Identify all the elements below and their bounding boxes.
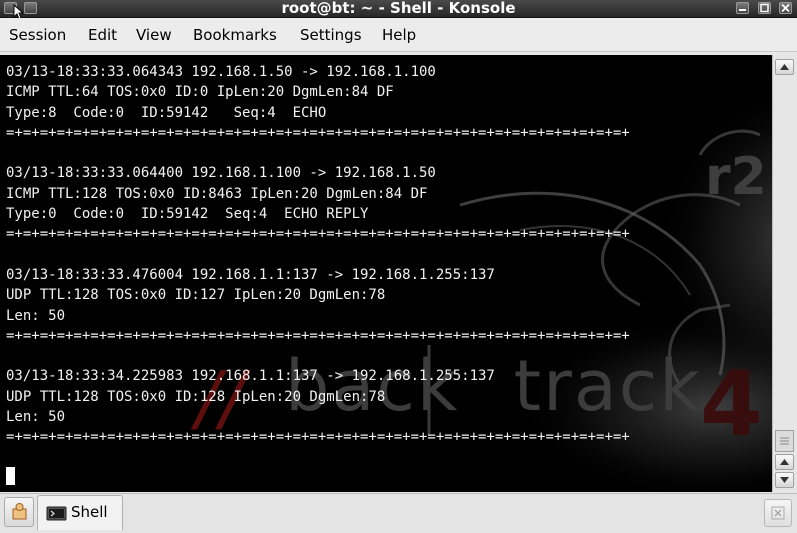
terminal-line: =+=+=+=+=+=+=+=+=+=+=+=+=+=+=+=+=+=+=+=+… — [6, 124, 630, 141]
r2-badge: r2 — [705, 147, 767, 207]
maximize-button[interactable] — [758, 2, 771, 14]
terminal-line: 03/13-18:33:33.476004 192.168.1.1:137 ->… — [6, 266, 495, 283]
close-button[interactable] — [779, 2, 792, 14]
terminal-line: 03/13-18:33:33.064343 192.168.1.50 -> 19… — [6, 64, 436, 80]
terminal-line: Type:0 Code:0 ID:59142 Seq:4 ECHO REPLY — [6, 206, 369, 223]
terminal-cursor — [6, 467, 15, 485]
title-bar: root@bt: ~ - Shell - Konsole — [0, 0, 797, 20]
terminal-icon — [46, 506, 67, 521]
scrollbar-thumb[interactable] — [775, 430, 794, 452]
scroll-up-button[interactable] — [775, 59, 794, 75]
vertical-scrollbar[interactable] — [772, 55, 797, 492]
terminal-line: =+=+=+=+=+=+=+=+=+=+=+=+=+=+=+=+=+=+=+=+… — [6, 327, 630, 344]
terminal-line: ICMP TTL:64 TOS:0x0 ID:0 IpLen:20 DgmLen… — [6, 84, 394, 101]
terminal-line: UDP TTL:128 TOS:0x0 ID:127 IpLen:20 DgmL… — [6, 287, 386, 304]
new-tab-button[interactable] — [4, 497, 34, 527]
terminal-line: 03/13-18:33:33.064400 192.168.1.100 -> 1… — [6, 165, 436, 182]
menu-session[interactable]: Session — [9, 26, 66, 44]
menu-edit[interactable]: Edit — [88, 26, 117, 44]
terminal-line: Len: 50 — [6, 409, 66, 426]
terminal-lines: 03/13-18:33:33.064343 192.168.1.50 -> 19… — [6, 62, 630, 448]
minimize-button[interactable] — [736, 2, 749, 14]
terminal-output[interactable]: // 4 back track r2 03/13-18:33:33.064343… — [0, 55, 772, 492]
window-title: root@bt: ~ - Shell - Konsole — [281, 0, 516, 17]
scroll-down-button[interactable] — [775, 472, 794, 488]
menu-bookmarks[interactable]: Bookmarks — [193, 26, 277, 44]
terminal-line: Len: 50 — [6, 307, 66, 324]
tab-bar: Shell — [0, 493, 797, 533]
menu-settings[interactable]: Settings — [300, 26, 362, 44]
terminal-line: ICMP TTL:128 TOS:0x0 ID:8463 IpLen:20 Dg… — [6, 185, 428, 202]
terminal-line: UDP TTL:128 TOS:0x0 ID:128 IpLen:20 DgmL… — [6, 388, 386, 405]
menu-view[interactable]: View — [136, 26, 172, 44]
tab-shell[interactable]: Shell — [37, 495, 123, 530]
close-tab-button[interactable] — [764, 499, 792, 527]
terminal-line: Type:8 Code:0 ID:59142 Seq:4 ECHO — [6, 104, 327, 121]
version-watermark: 4 — [700, 352, 763, 457]
terminal-line: =+=+=+=+=+=+=+=+=+=+=+=+=+=+=+=+=+=+=+=+… — [6, 226, 630, 243]
menu-help[interactable]: Help — [382, 26, 416, 44]
terminal-line: 03/13-18:33:34.225983 192.168.1.1:137 ->… — [6, 368, 495, 385]
scroll-up-button-lower[interactable] — [775, 454, 794, 470]
close-tab-icon — [771, 506, 785, 520]
menu-bar: Session Edit View Bookmarks Settings Hel… — [0, 18, 797, 52]
terminal-line: =+=+=+=+=+=+=+=+=+=+=+=+=+=+=+=+=+=+=+=+… — [6, 429, 630, 446]
new-tab-icon — [12, 503, 27, 520]
tab-shell-label: Shell — [71, 503, 108, 521]
